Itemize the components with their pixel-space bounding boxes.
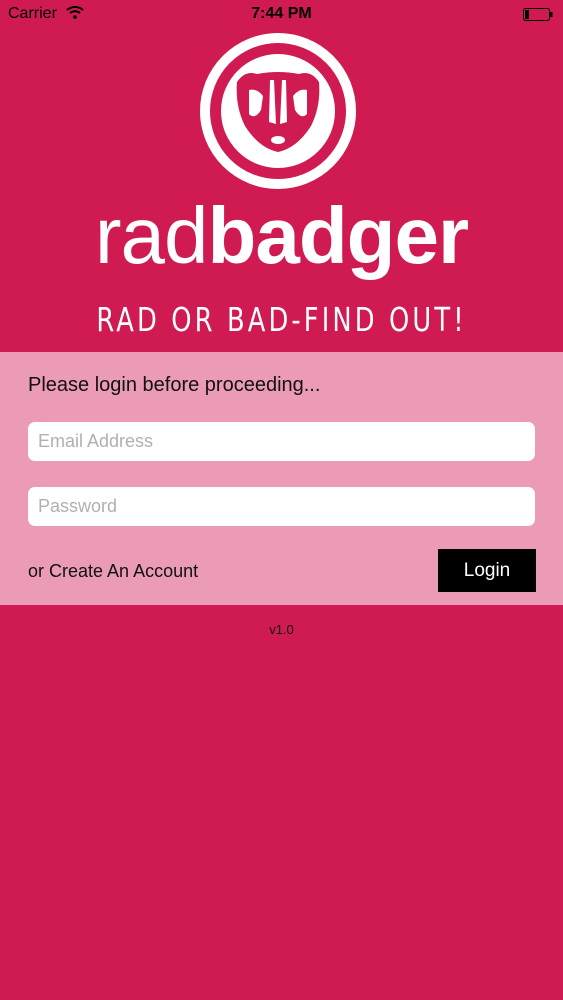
login-panel: Please login before proceeding... or Cre… <box>0 352 563 605</box>
tagline: RAD OR BAD-FIND OUT! <box>96 300 467 339</box>
brand-name-light: rad <box>94 191 209 280</box>
login-prompt: Please login before proceeding... <box>28 374 321 396</box>
password-field[interactable] <box>28 487 535 526</box>
badger-logo-icon <box>197 30 359 192</box>
brand-wordmark: radbadger <box>0 196 563 276</box>
version-label: v1.0 <box>269 622 294 637</box>
clock: 7:44 PM <box>251 5 312 22</box>
brand-name-bold: badger <box>207 191 469 280</box>
battery-icon <box>523 8 553 21</box>
email-field[interactable] <box>28 422 535 461</box>
login-button[interactable]: Login <box>438 549 536 592</box>
status-bar: Carrier 7:44 PM <box>0 0 563 30</box>
create-account-link[interactable]: or Create An Account <box>28 561 198 582</box>
